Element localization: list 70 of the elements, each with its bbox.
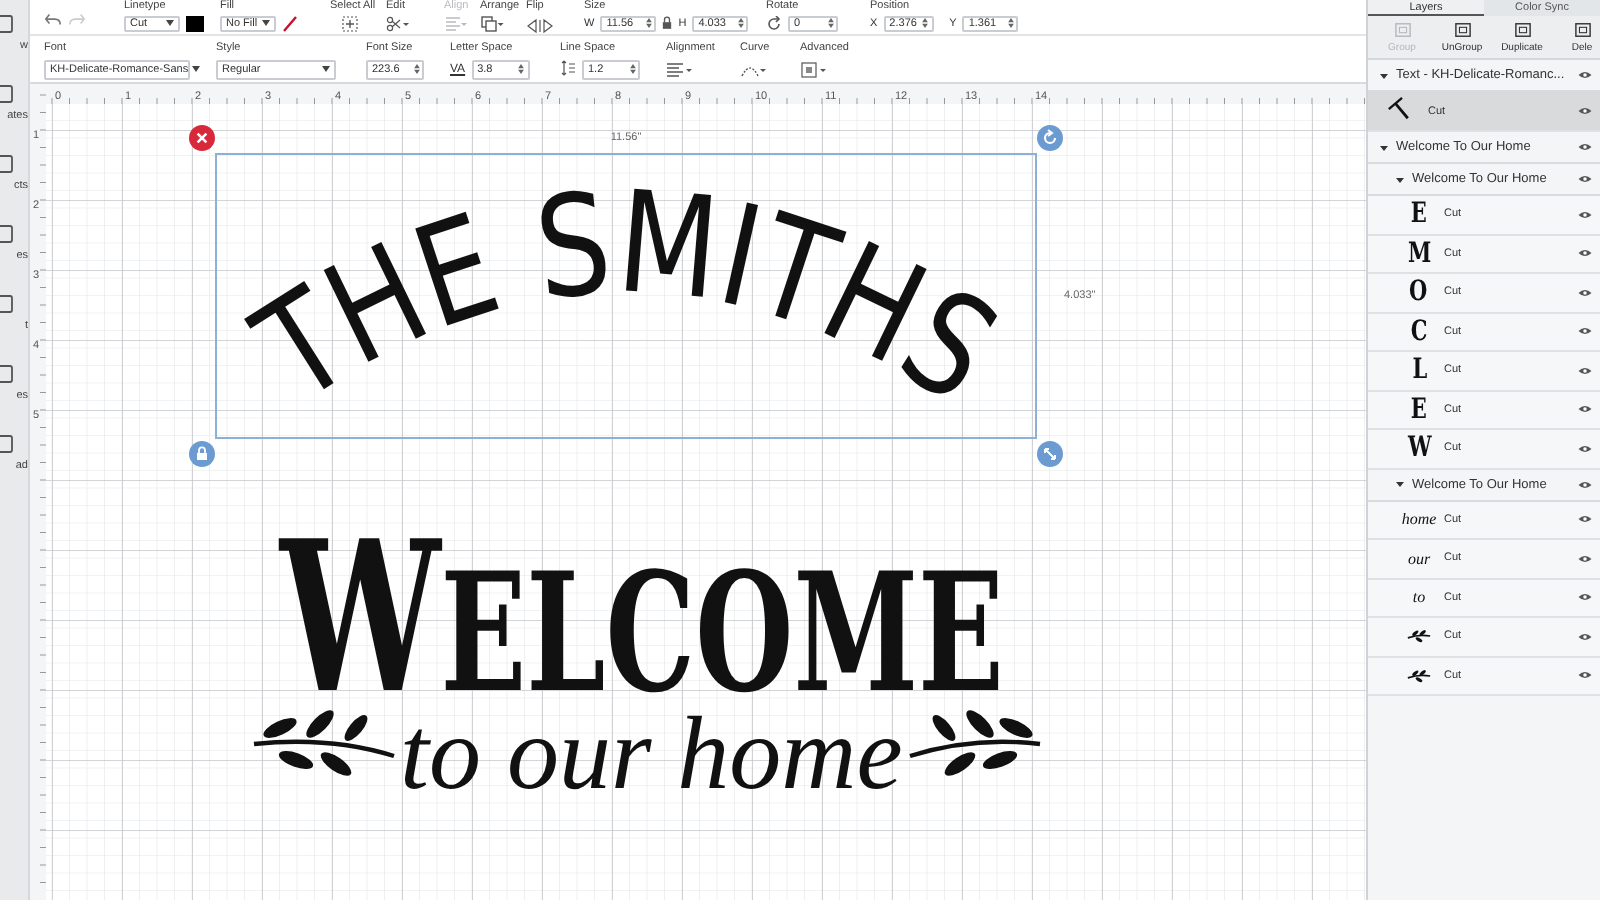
layer-thumbnail: our (1407, 549, 1431, 568)
edit-menu-icon[interactable] (386, 15, 410, 31)
advanced-icon[interactable] (800, 61, 828, 77)
caret-icon (192, 66, 201, 72)
eye-icon[interactable] (1578, 326, 1592, 337)
stepper-icon[interactable] (737, 18, 744, 28)
caret-icon (166, 20, 174, 26)
eye-icon[interactable] (1578, 174, 1592, 184)
stepper-icon[interactable] (1007, 18, 1014, 28)
select-all-icon[interactable] (342, 15, 358, 31)
lock-icon[interactable] (662, 16, 673, 30)
curved-text: THE SMITHS (229, 159, 1037, 443)
no-fill-slash-icon[interactable] (282, 15, 298, 31)
layer-thumbnail: E (1411, 395, 1427, 424)
layer-action-icon (1453, 21, 1471, 37)
layer-action-icon (1573, 21, 1591, 37)
leaf-sprig-icon (1406, 628, 1432, 645)
text-align-icon[interactable] (666, 61, 694, 77)
expand-arrow-icon[interactable] (1380, 143, 1388, 151)
layer-thumbnail: L (1411, 356, 1427, 385)
expand-arrow-icon[interactable] (1380, 71, 1388, 79)
layer-thumbnail: home (1401, 510, 1437, 529)
expand-arrow-icon[interactable] (1396, 175, 1404, 183)
eye-icon[interactable] (1578, 479, 1592, 489)
eye-icon[interactable] (1578, 365, 1592, 376)
eye-icon[interactable] (1578, 670, 1592, 681)
resize-handle[interactable] (1037, 441, 1063, 467)
linetype-color-button[interactable] (186, 15, 204, 31)
eye-icon[interactable] (1578, 287, 1592, 298)
layer-thumbnail: M (1407, 239, 1431, 268)
flip-icon[interactable] (526, 18, 554, 34)
curve-icon[interactable] (740, 61, 768, 77)
layer-thumbnail: O (1409, 278, 1429, 307)
leaf-sprig-drawing (253, 710, 395, 776)
lock-handle[interactable] (189, 441, 215, 467)
rotate-handle[interactable] (1037, 125, 1063, 151)
leaf-sprig-icon (1406, 667, 1432, 684)
eye-icon[interactable] (1578, 209, 1592, 220)
eye-icon[interactable] (1578, 592, 1592, 603)
layer-thumbnail: T (1387, 94, 1419, 128)
stepper-icon[interactable] (645, 18, 652, 28)
undo-icon[interactable] (44, 12, 62, 28)
expand-arrow-icon[interactable] (1396, 480, 1404, 488)
delete-handle[interactable] (189, 125, 215, 151)
layer-thumbnail: C (1410, 317, 1428, 346)
layer-thumbnail: to (1412, 588, 1426, 607)
layer-action-icon (1513, 21, 1531, 37)
stepper-icon[interactable] (413, 64, 419, 74)
eye-icon[interactable] (1578, 631, 1592, 642)
rotate-icon[interactable] (766, 15, 782, 31)
caret-icon (322, 66, 330, 72)
eye-icon[interactable] (1578, 248, 1592, 259)
eye-icon[interactable] (1578, 70, 1592, 80)
line-space-icon (560, 59, 576, 75)
stepper-icon[interactable] (922, 18, 929, 28)
arrange-icon[interactable] (480, 15, 504, 31)
stepper-icon[interactable] (518, 64, 525, 74)
eye-icon[interactable] (1578, 514, 1592, 525)
layer-thumbnail: W (1407, 434, 1431, 463)
eye-icon[interactable] (1578, 142, 1592, 152)
layer-action-icon (1393, 21, 1411, 37)
stepper-icon[interactable] (827, 18, 833, 28)
leaf-sprig-drawing (909, 710, 1041, 776)
caret-icon (262, 20, 270, 26)
eye-icon[interactable] (1578, 443, 1592, 454)
layer-thumbnail: E (1411, 200, 1427, 229)
eye-icon[interactable] (1578, 553, 1592, 564)
stepper-icon[interactable] (629, 64, 635, 74)
eye-icon[interactable] (1578, 106, 1592, 116)
eye-icon[interactable] (1578, 404, 1592, 415)
